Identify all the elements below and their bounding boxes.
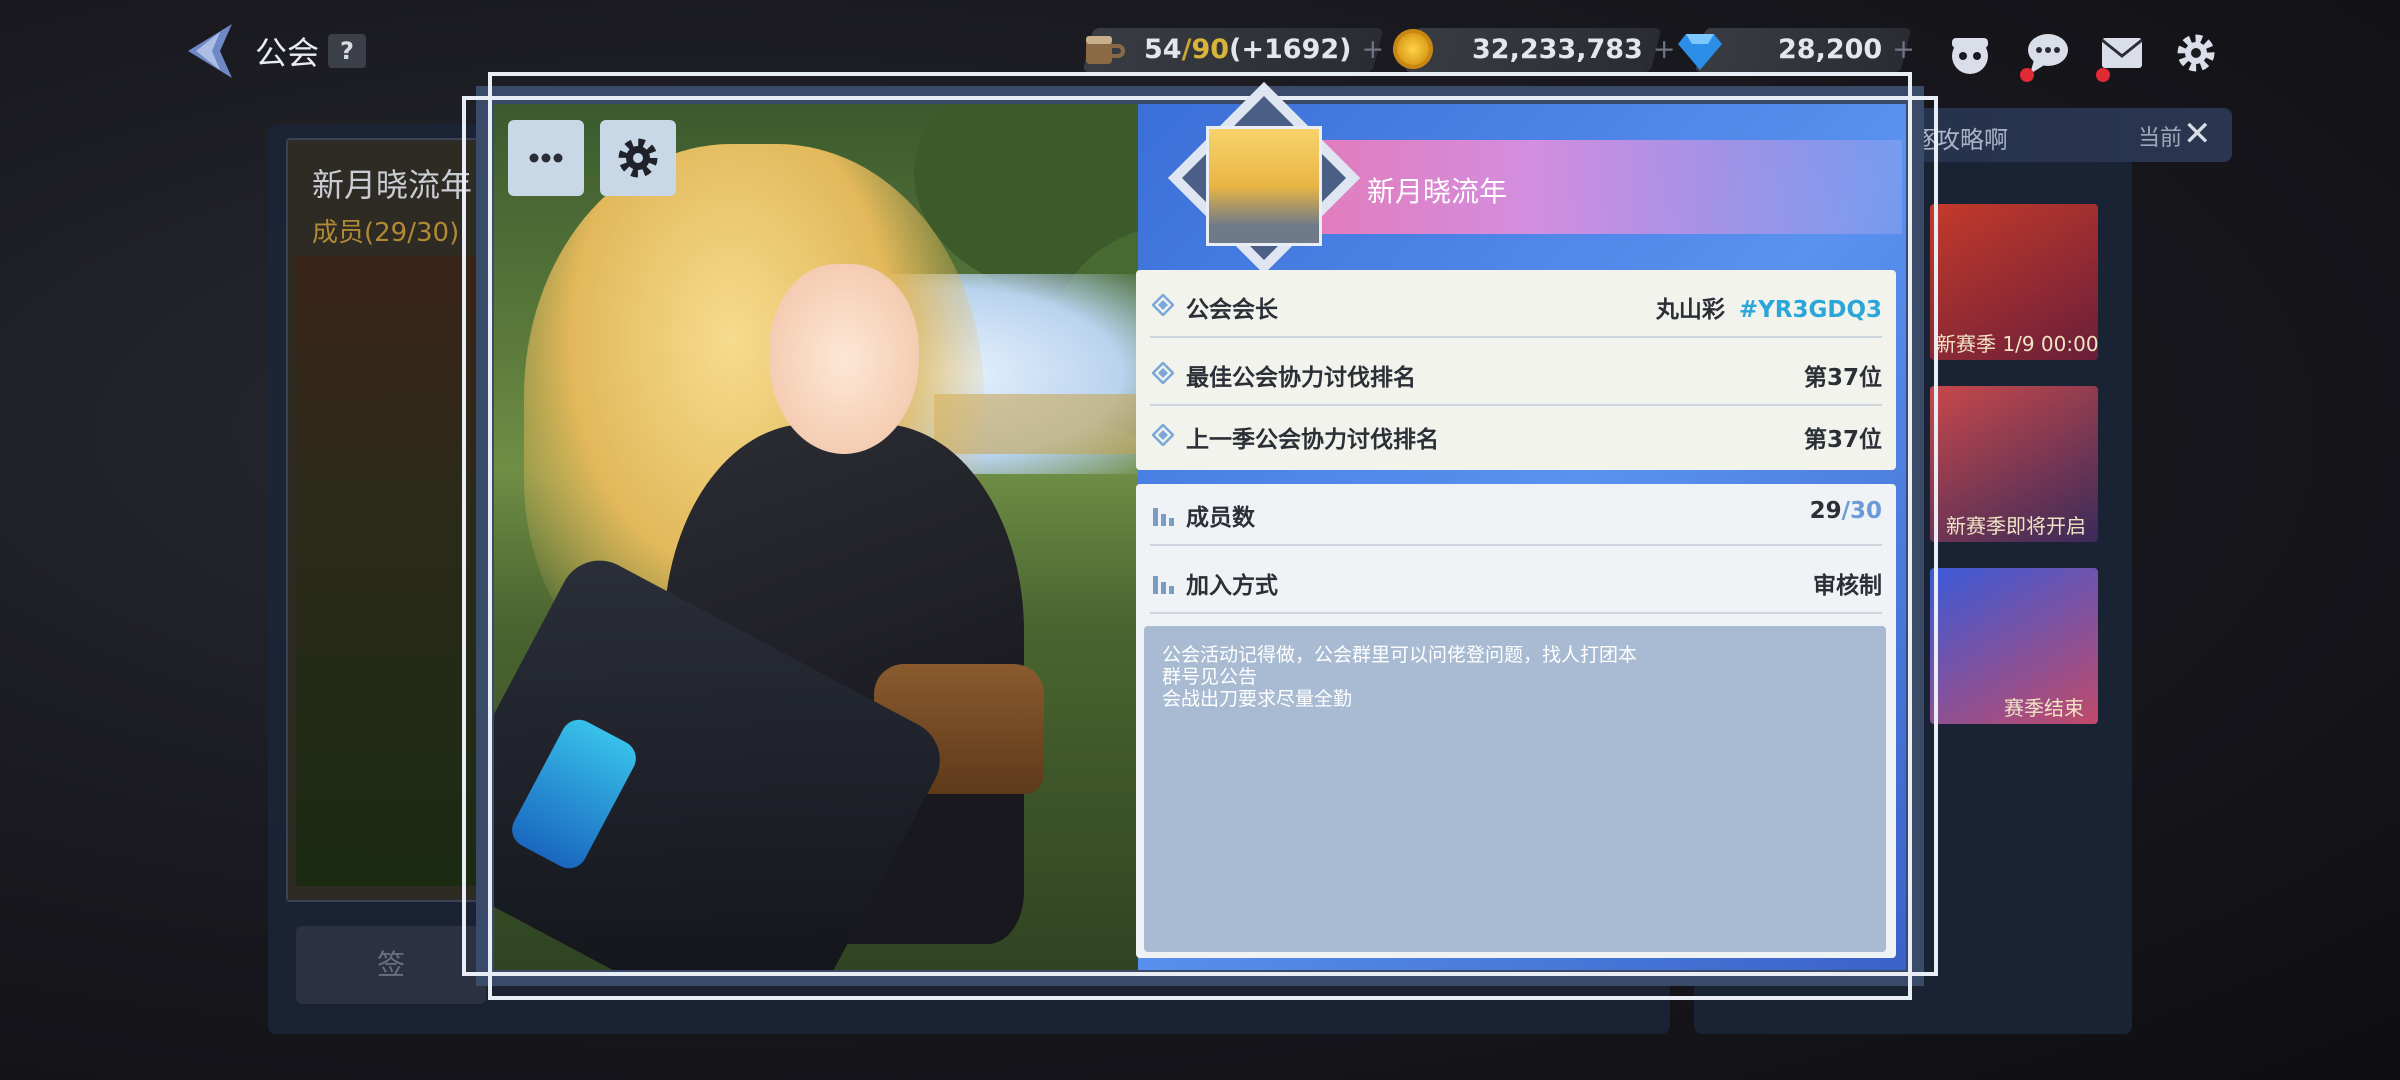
- gold-display: 32,233,783 +: [1472, 28, 1675, 72]
- members-row: 成员数 29/30: [1150, 484, 1882, 546]
- leader-value: 丸山彩 #YR3GDQ3: [1656, 290, 1882, 324]
- row-divider: [1150, 612, 1882, 614]
- leader-code[interactable]: #YR3GDQ3: [1739, 297, 1882, 323]
- back-arrow-icon[interactable]: [180, 20, 240, 82]
- guild-settings-button[interactable]: [600, 120, 676, 196]
- members-current: 29: [1809, 498, 1842, 524]
- row-divider: [1150, 336, 1882, 338]
- row-divider: [1150, 544, 1882, 546]
- guild-card-members: 成员(29/30): [312, 218, 460, 248]
- join-method-value: 审核制: [1813, 573, 1882, 599]
- diamond-bullet-icon: [1152, 362, 1174, 384]
- stamina-plus-button[interactable]: +: [1361, 34, 1384, 65]
- more-button[interactable]: [508, 120, 584, 196]
- members-value: 29/30: [1810, 498, 1882, 524]
- gem-plus-button[interactable]: +: [1892, 34, 1915, 65]
- chat-notification-dot: [2020, 68, 2034, 82]
- stamina-bonus: (+1692): [1229, 34, 1352, 65]
- diamond-bullet-icon: [1152, 424, 1174, 446]
- gem-value: 28,200: [1778, 34, 1883, 65]
- stamina-max: 90: [1191, 34, 1230, 65]
- guild-card-name: 新月晓流年: [312, 166, 473, 204]
- description-line: 会战出刀要求尽量全勤: [1162, 688, 1353, 710]
- settings-gear-icon[interactable]: [2172, 30, 2220, 76]
- gold-coin-icon: [1393, 29, 1433, 69]
- best-rank-label: 最佳公会协力讨伐排名: [1186, 365, 1416, 391]
- last-rank-row: 上一季公会协力讨伐排名 第37位: [1150, 406, 1882, 468]
- bar-chart-icon: [1153, 576, 1174, 594]
- guild-description: 公会活动记得做，公会群里可以问佬登问题，找人打团本 群号见公告 会战出刀要求尽量…: [1144, 626, 1886, 952]
- leader-row: 公会会长 丸山彩 #YR3GDQ3: [1150, 276, 1882, 338]
- guild-name: 新月晓流年: [1367, 175, 1508, 208]
- join-method-row: 加入方式 审核制: [1150, 552, 1882, 614]
- mascot-icon[interactable]: [1946, 30, 1994, 76]
- stamina-display: 54/90(+1692) +: [1144, 34, 1385, 65]
- diamond-bullet-icon: [1152, 294, 1174, 316]
- stamina-current: 54: [1144, 34, 1182, 65]
- bar-chart-icon: [1153, 508, 1174, 526]
- leader-name: 丸山彩: [1655, 297, 1725, 323]
- close-icon[interactable]: ✕: [2183, 114, 2212, 154]
- season-card-label: 新赛季即将开启: [1946, 514, 2086, 538]
- season-card-label: 赛季结束: [2004, 696, 2084, 720]
- coffee-icon: [1086, 36, 1125, 64]
- last-rank-value: 第37位: [1803, 427, 1882, 453]
- best-rank-row: 最佳公会协力讨伐排名 第37位: [1150, 344, 1882, 406]
- gold-value: 32,233,783: [1472, 34, 1643, 65]
- gold-plus-button[interactable]: +: [1653, 34, 1676, 65]
- best-rank-value: 第37位: [1803, 365, 1882, 391]
- current-label: 当前: [2138, 126, 2183, 151]
- members-label: 成员数: [1186, 505, 1255, 531]
- more-icon: [529, 153, 563, 163]
- gem-display: 28,200 +: [1778, 28, 1915, 72]
- mail-notification-dot: [2096, 68, 2110, 82]
- season-card-label: 新赛季 1/9 00:00: [1936, 332, 2099, 356]
- sign-in-button[interactable]: 签: [296, 926, 486, 1004]
- join-method-label: 加入方式: [1186, 573, 1278, 599]
- gear-icon: [618, 138, 658, 178]
- leader-label: 公会会长: [1186, 297, 1278, 323]
- members-max: /30: [1841, 498, 1882, 524]
- help-button[interactable]: ?: [328, 34, 366, 68]
- gem-icon: [1678, 34, 1722, 70]
- guild-emblem-avatar: [1206, 126, 1322, 246]
- last-rank-label: 上一季公会协力讨伐排名: [1186, 427, 1439, 453]
- page-title: 公会: [255, 34, 320, 72]
- guild-card-art: [296, 256, 486, 886]
